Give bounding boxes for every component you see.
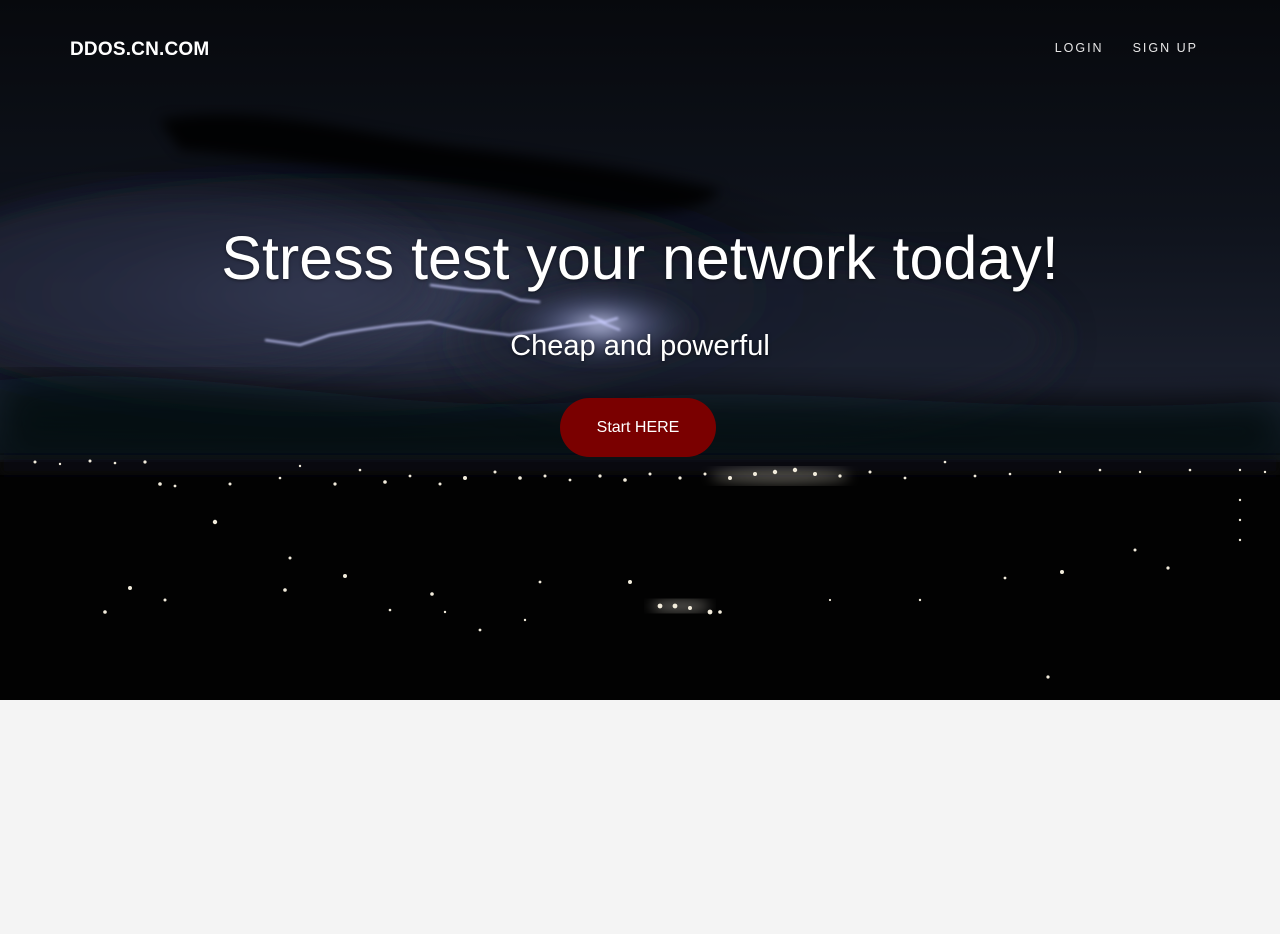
hero-section: DDOS.CN.COM LOGIN SIGN UP Stress test yo… [0, 0, 1280, 700]
brand-logo-link[interactable]: DDOS.CN.COM [70, 38, 209, 62]
nav-links: LOGIN SIGN UP [1055, 40, 1198, 56]
hero-headline: Stress test your network today! [221, 224, 1059, 292]
start-here-button[interactable]: Start HERE [560, 398, 716, 457]
content-area [0, 700, 1280, 934]
top-navbar: DDOS.CN.COM LOGIN SIGN UP [0, 0, 1280, 96]
login-link[interactable]: LOGIN [1055, 40, 1104, 56]
hero-subheadline: Cheap and powerful [510, 330, 770, 362]
signup-link[interactable]: SIGN UP [1133, 40, 1198, 56]
